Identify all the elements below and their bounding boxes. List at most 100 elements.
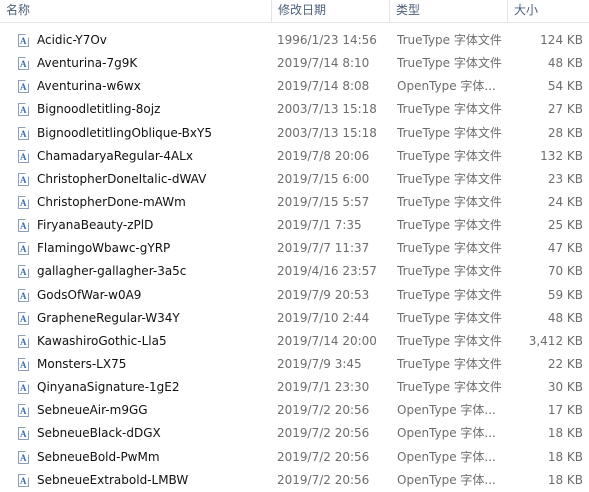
file-row[interactable]: Agallagher-gallagher-3a5c 2019/4/16 23:57… bbox=[0, 260, 589, 283]
file-name: SebneueBold-PwMm bbox=[37, 449, 160, 464]
file-name: ChamadaryaRegular-4ALx bbox=[37, 148, 193, 163]
font-file-icon: A bbox=[17, 168, 33, 191]
file-modified-date: 2019/7/2 20:56 bbox=[277, 403, 370, 418]
file-type: TrueType 字体文件 bbox=[397, 241, 502, 256]
font-file-icon: A bbox=[17, 330, 33, 353]
file-row[interactable]: A GodsOfWar-w0A9 2019/7/9 20:53 TrueType 字体… bbox=[0, 284, 589, 307]
font-file-icon: A bbox=[17, 376, 33, 399]
file-type: TrueType 字体文件 bbox=[397, 356, 502, 371]
file-row[interactable]: A Aventurina-7g9K 2019/7/14 8:10 TrueType 字… bbox=[0, 52, 589, 75]
file-name: FiryanaBeauty-zPlD bbox=[37, 218, 154, 233]
font-file-icon: A bbox=[17, 122, 33, 145]
file-name: Monsters-LX75 bbox=[37, 356, 127, 371]
file-modified-date: 2019/7/8 20:06 bbox=[277, 148, 370, 163]
file-size: 25 KB bbox=[547, 218, 583, 233]
file-row[interactable]: A FlamingoWbawc-gYRP 2019/7/7 11:37 TrueTyp… bbox=[0, 237, 589, 260]
column-header-type[interactable]: 类型 bbox=[390, 0, 508, 22]
font-file-icon: A bbox=[17, 75, 33, 98]
file-modified-date: 2019/7/15 6:00 bbox=[277, 171, 370, 186]
file-size: 23 KB bbox=[547, 171, 583, 186]
font-file-icon: A bbox=[17, 29, 33, 52]
file-modified-date: 2019/7/1 23:30 bbox=[277, 380, 370, 395]
file-row[interactable]: A Monsters-LX75 2019/7/9 3:45 TrueType 字体文件… bbox=[0, 353, 589, 376]
file-type: TrueType 字体文件 bbox=[397, 310, 502, 325]
font-file-icon: A bbox=[17, 307, 33, 330]
file-name: ChristopherDoneItalic-dWAV bbox=[37, 171, 207, 186]
file-name: BignoodletitlingOblique-BxY5 bbox=[37, 125, 212, 140]
file-size: 70 KB bbox=[547, 264, 583, 279]
file-modified-date: 2019/7/2 20:56 bbox=[277, 472, 370, 487]
file-name: Acidic-Y7Ov bbox=[37, 33, 107, 47]
file-row[interactable]: A SebneueExtrabold-LMBW 2019/7/2 20:56 Open… bbox=[0, 469, 589, 492]
file-type: OpenType 字体... bbox=[397, 403, 496, 418]
file-name: ChristopherDone-mAWm bbox=[37, 194, 186, 209]
file-modified-date: 2019/7/10 2:44 bbox=[277, 310, 370, 325]
file-row[interactable]: A SebneueBold-PwMm 2019/7/2 20:56 OpenType … bbox=[0, 446, 589, 469]
file-name: QinyanaSignature-1gE2 bbox=[37, 380, 180, 395]
file-type: TrueType 字体文件 bbox=[397, 380, 502, 395]
file-type: TrueType 字体文件 bbox=[397, 125, 502, 140]
font-file-icon: A bbox=[17, 214, 33, 237]
file-type: TrueType 字体文件 bbox=[397, 33, 502, 47]
file-name: KawashiroGothic-Lla5 bbox=[37, 333, 167, 348]
file-row[interactable]: A SebneueAir-m9GG 2019/7/2 20:56 OpenType 字… bbox=[0, 399, 589, 422]
file-type: OpenType 字体... bbox=[397, 472, 496, 487]
font-file-icon: A bbox=[17, 446, 33, 469]
file-size: 48 KB bbox=[547, 310, 583, 325]
column-header-date[interactable]: 修改日期 bbox=[272, 0, 390, 22]
file-row[interactable]: A KawashiroGothic-Lla5 2019/7/14 20:00 True… bbox=[0, 330, 589, 353]
file-modified-date: 1996/1/23 14:56 bbox=[277, 33, 377, 47]
file-name: GrapheneRegular-W34Y bbox=[37, 310, 180, 325]
file-size: 22 KB bbox=[547, 356, 583, 371]
file-size: 18 KB bbox=[547, 426, 583, 441]
font-file-icon: A bbox=[17, 399, 33, 422]
file-size: 27 KB bbox=[547, 102, 583, 117]
font-file-icon: A bbox=[17, 284, 33, 307]
file-type: TrueType 字体文件 bbox=[397, 148, 502, 163]
file-size: 3,412 KB bbox=[528, 333, 583, 348]
file-modified-date: 2003/7/13 15:18 bbox=[277, 102, 377, 117]
file-modified-date: 2019/7/9 20:53 bbox=[277, 287, 370, 302]
file-modified-date: 2019/7/14 20:00 bbox=[277, 333, 377, 348]
file-type: TrueType 字体文件 bbox=[397, 218, 502, 233]
file-list: A Acidic-Y7Ov 1996/1/23 14:56 TrueType 字体文件… bbox=[0, 29, 589, 492]
file-name: Bignoodletitling-8ojz bbox=[37, 102, 161, 117]
file-row[interactable]: A FiryanaBeauty-zPlD 2019/7/1 7:35 TrueType… bbox=[0, 214, 589, 237]
file-modified-date: 2019/7/15 5:57 bbox=[277, 194, 370, 209]
file-row[interactable]: A Bignoodletitling-8ojz 2003/7/13 15:18 Tru… bbox=[0, 98, 589, 121]
file-type: TrueType 字体文件 bbox=[397, 102, 502, 117]
column-header-name[interactable]: 名称 bbox=[0, 0, 272, 22]
font-file-icon: A bbox=[17, 353, 33, 376]
file-size: 18 KB bbox=[547, 449, 583, 464]
file-name: FlamingoWbawc-gYRP bbox=[37, 241, 171, 256]
file-row[interactable]: A GrapheneRegular-W34Y 2019/7/10 2:44 TrueT… bbox=[0, 307, 589, 330]
file-type: TrueType 字体文件 bbox=[397, 194, 502, 209]
file-row[interactable]: A ChristopherDoneItalic-dWAV 2019/7/15 6:0… bbox=[0, 168, 589, 191]
file-size: 24 KB bbox=[547, 194, 583, 209]
file-row[interactable]: A QinyanaSignature-1gE2 2019/7/1 23:30 True… bbox=[0, 376, 589, 399]
font-file-icon: A bbox=[17, 98, 33, 121]
file-name: gallagher-gallagher-3a5c bbox=[37, 264, 187, 279]
file-size: 124 KB bbox=[540, 33, 583, 47]
font-file-icon: A bbox=[17, 145, 33, 168]
file-type: TrueType 字体文件 bbox=[397, 333, 502, 348]
file-row[interactable]: A ChristopherDone-mAWm 2019/7/15 5:57 TrueT… bbox=[0, 191, 589, 214]
file-size: 28 KB bbox=[547, 125, 583, 140]
file-row[interactable]: A ChamadaryaRegular-4ALx 2019/7/8 20:06 Tru… bbox=[0, 145, 589, 168]
file-row[interactable]: A Acidic-Y7Ov 1996/1/23 14:56 TrueType 字体文件… bbox=[0, 29, 589, 52]
file-modified-date: 2019/7/1 7:35 bbox=[277, 218, 362, 233]
file-size: 54 KB bbox=[547, 79, 583, 94]
file-name: SebneueAir-m9GG bbox=[37, 403, 148, 418]
file-size: 17 KB bbox=[547, 403, 583, 418]
file-modified-date: 2019/7/7 11:37 bbox=[277, 241, 370, 256]
file-row[interactable]: A SebneueBlack-dDGX 2019/7/2 20:56 OpenType… bbox=[0, 422, 589, 445]
file-row[interactable]: A Aventurina-w6wx 2019/7/14 8:08 OpenType 字… bbox=[0, 75, 589, 98]
file-modified-date: 2019/7/14 8:10 bbox=[277, 56, 370, 71]
file-name: Aventurina-7g9K bbox=[37, 56, 138, 71]
file-type: TrueType 字体文件 bbox=[397, 171, 502, 186]
file-row[interactable]: A BignoodletitlingOblique-BxY5 2003/7/13 1… bbox=[0, 122, 589, 145]
column-header-size[interactable]: 大小 bbox=[508, 0, 589, 22]
font-file-icon: A bbox=[17, 260, 33, 283]
file-name: GodsOfWar-w0A9 bbox=[37, 287, 142, 302]
file-type: TrueType 字体文件 bbox=[397, 56, 502, 71]
